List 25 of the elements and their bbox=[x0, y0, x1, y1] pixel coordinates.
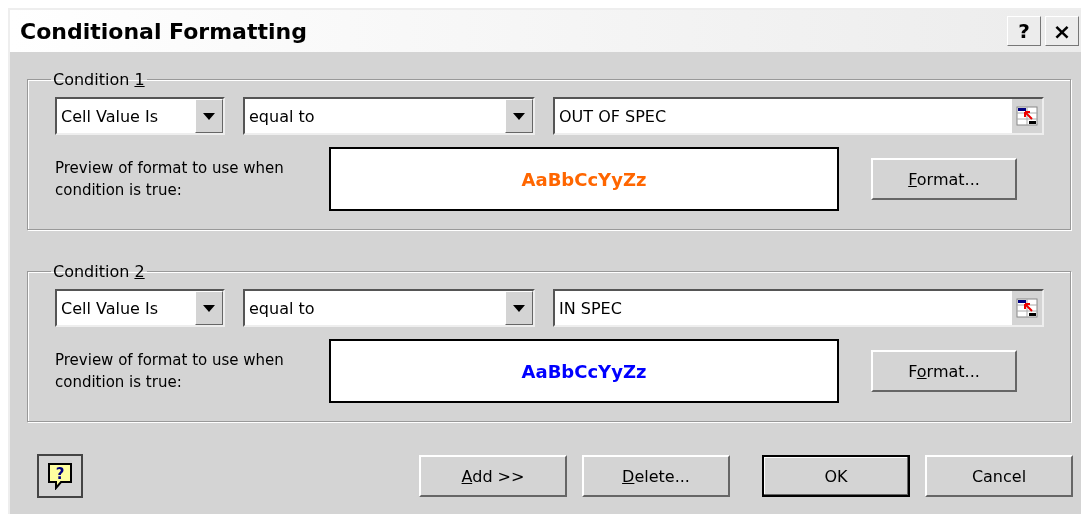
preview-sample-text: AaBbCcYyZz bbox=[521, 168, 647, 190]
cell-reference-icon[interactable] bbox=[1012, 291, 1042, 325]
window-title: Conditional Formatting bbox=[20, 18, 307, 44]
condition-type-dropdown[interactable]: Cell Value Is bbox=[55, 97, 225, 135]
group-title: Condition 2 bbox=[52, 262, 146, 281]
close-button[interactable]: × bbox=[1045, 16, 1079, 46]
dialog-button[interactable]: Add >> bbox=[419, 455, 567, 497]
help-button[interactable]: ? bbox=[1007, 16, 1041, 46]
dialog-button[interactable]: Delete... bbox=[582, 455, 730, 497]
dialog-button[interactable]: Cancel bbox=[925, 455, 1073, 497]
help-button[interactable]: ? bbox=[37, 454, 83, 498]
speech-bubble-question-icon: ? bbox=[47, 462, 73, 490]
condition-type-dropdown[interactable]: Cell Value Is bbox=[55, 289, 225, 327]
operator-dropdown[interactable]: equal to bbox=[243, 289, 535, 327]
preview-label: Preview of format to use when condition is true: bbox=[55, 350, 285, 393]
cell-reference-icon[interactable] bbox=[1012, 99, 1042, 133]
group-title: Condition 1 bbox=[52, 70, 146, 89]
operator-dropdown[interactable]: equal to bbox=[243, 97, 535, 135]
value-field[interactable]: IN SPEC bbox=[553, 289, 1044, 327]
preview-label: Preview of format to use when condition is true: bbox=[55, 158, 285, 201]
format-button[interactable]: Format... bbox=[871, 350, 1017, 392]
preview-sample-text: AaBbCcYyZz bbox=[521, 360, 647, 382]
format-button[interactable]: Format... bbox=[871, 158, 1017, 200]
dialog-button[interactable]: OK bbox=[762, 455, 910, 497]
value-field[interactable]: OUT OF SPEC bbox=[553, 97, 1044, 135]
